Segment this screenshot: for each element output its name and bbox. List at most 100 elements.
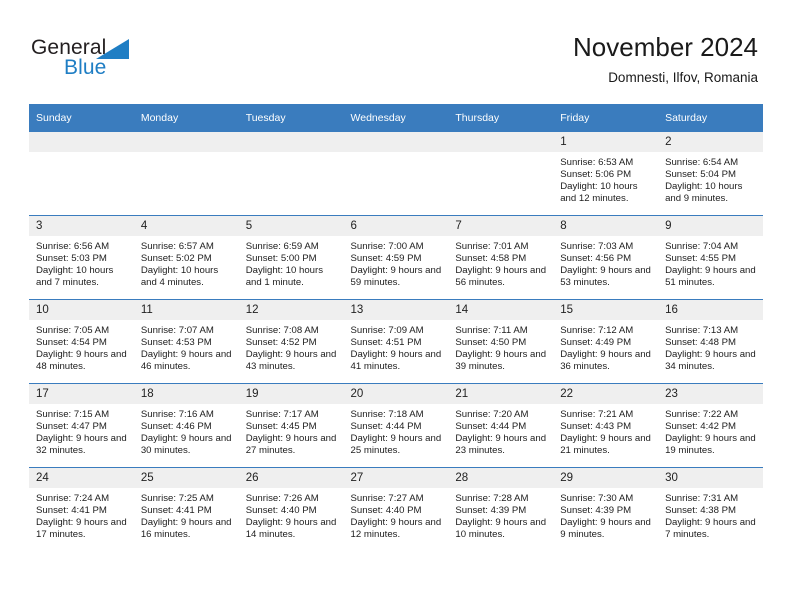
day-cell-inner: 7 Sunrise: 7:01 AM Sunset: 4:58 PM Daylight…: [448, 216, 554, 300]
daylight-text: Daylight: 9 hours and 19 minutes.: [665, 432, 756, 456]
weekday-friday: Friday: [553, 104, 659, 132]
calendar-week-row: 1 Sunrise: 6:53 AM Sunset: 5:06 PM Daylight…: [29, 132, 763, 216]
calendar-cell-empty: [29, 132, 134, 216]
day-cell-inner: 13 Sunrise: 7:09 AM Sunset: 4:51 PM Dayligh…: [343, 300, 449, 384]
calendar-day-cell[interactable]: 5 Sunrise: 6:59 AM Sunset: 5:00 PM Daylight…: [238, 215, 344, 300]
calendar-day-cell[interactable]: 16 Sunrise: 7:13 AM Sunset: 4:48 PM Dayligh…: [658, 299, 763, 384]
calendar-day-cell[interactable]: 26 Sunrise: 7:26 AM Sunset: 4:40 PM Dayligh…: [238, 467, 344, 551]
sun-info: Sunrise: 7:05 AM Sunset: 4:54 PM Daylight:…: [29, 320, 134, 373]
calendar-day-cell[interactable]: 23 Sunrise: 7:22 AM Sunset: 4:42 PM Dayligh…: [658, 383, 763, 468]
day-number: 25: [133, 468, 239, 488]
day-number: [448, 132, 554, 152]
day-number: 21: [448, 384, 554, 404]
sunset-text: Sunset: 4:40 PM: [245, 504, 317, 516]
daylight-text: Daylight: 9 hours and 39 minutes.: [455, 348, 547, 372]
sun-info: Sunrise: 7:07 AM Sunset: 4:53 PM Daylight:…: [134, 320, 239, 373]
sun-info: Sunrise: 7:12 AM Sunset: 4:49 PM Daylight:…: [553, 320, 658, 373]
calendar-day-cell[interactable]: 18 Sunrise: 7:16 AM Sunset: 4:46 PM Dayligh…: [133, 383, 239, 468]
day-number: 5: [238, 216, 344, 236]
sunset-text: Sunset: 4:51 PM: [350, 336, 422, 348]
sunrise-text: Sunrise: 7:30 AM: [560, 493, 634, 504]
calendar-day-cell[interactable]: 28 Sunrise: 7:28 AM Sunset: 4:39 PM Dayligh…: [448, 467, 554, 551]
calendar-day-cell[interactable]: 7 Sunrise: 7:01 AM Sunset: 4:58 PM Daylight…: [448, 215, 554, 300]
daylight-text: Daylight: 9 hours and 10 minutes.: [455, 516, 547, 540]
calendar-day-cell[interactable]: 22 Sunrise: 7:21 AM Sunset: 4:43 PM Dayligh…: [553, 383, 659, 468]
day-cell-inner: 30 Sunrise: 7:31 AM Sunset: 4:38 PM Dayligh…: [658, 468, 763, 551]
day-cell-inner: 6 Sunrise: 7:00 AM Sunset: 4:59 PM Daylight…: [343, 216, 449, 300]
sun-info: Sunrise: 7:28 AM Sunset: 4:39 PM Daylight:…: [448, 488, 553, 541]
daylight-text: Daylight: 9 hours and 46 minutes.: [140, 348, 232, 372]
sunrise-text: Sunrise: 7:05 AM: [36, 325, 110, 336]
daylight-text: Daylight: 9 hours and 21 minutes.: [560, 432, 651, 456]
day-number: 9: [658, 216, 763, 236]
daylight-text: Daylight: 9 hours and 51 minutes.: [665, 264, 756, 288]
calendar-day-cell[interactable]: 20 Sunrise: 7:18 AM Sunset: 4:44 PM Dayligh…: [343, 383, 449, 468]
daylight-text: Daylight: 9 hours and 12 minutes.: [350, 516, 442, 540]
calendar-day-cell[interactable]: 24 Sunrise: 7:24 AM Sunset: 4:41 PM Dayligh…: [29, 467, 134, 551]
sunset-text: Sunset: 4:41 PM: [140, 504, 212, 516]
general-blue-logo[interactable]: General Blue: [31, 36, 231, 92]
daylight-text: Daylight: 9 hours and 7 minutes.: [665, 516, 756, 540]
daylight-text: Daylight: 9 hours and 36 minutes.: [560, 348, 651, 372]
sunset-text: Sunset: 5:03 PM: [36, 252, 107, 264]
daylight-text: Daylight: 10 hours and 9 minutes.: [665, 180, 743, 204]
sun-info: Sunrise: 7:18 AM Sunset: 4:44 PM Daylight:…: [344, 404, 449, 457]
calendar-day-cell[interactable]: 15 Sunrise: 7:12 AM Sunset: 4:49 PM Dayligh…: [553, 299, 659, 384]
sunrise-text: Sunrise: 7:18 AM: [350, 409, 424, 420]
calendar-day-cell[interactable]: 25 Sunrise: 7:25 AM Sunset: 4:41 PM Dayligh…: [133, 467, 239, 551]
calendar-day-cell[interactable]: 8 Sunrise: 7:03 AM Sunset: 4:56 PM Daylight…: [553, 215, 659, 300]
weekday-thursday: Thursday: [448, 104, 554, 132]
day-number: 18: [133, 384, 239, 404]
calendar-day-cell[interactable]: 3 Sunrise: 6:56 AM Sunset: 5:03 PM Daylight…: [29, 215, 134, 300]
sun-info: Sunrise: 7:21 AM Sunset: 4:43 PM Daylight:…: [553, 404, 658, 457]
sunrise-text: Sunrise: 7:07 AM: [140, 325, 214, 336]
sun-info: Sunrise: 7:31 AM Sunset: 4:38 PM Daylight:…: [658, 488, 763, 541]
title-block: November 2024 Domnesti, Ilfov, Romania: [573, 30, 758, 88]
sun-info: Sunrise: 7:03 AM Sunset: 4:56 PM Daylight:…: [553, 236, 658, 289]
calendar-day-cell[interactable]: 30 Sunrise: 7:31 AM Sunset: 4:38 PM Dayligh…: [658, 467, 763, 551]
day-number: 3: [29, 216, 134, 236]
sunrise-text: Sunrise: 7:24 AM: [36, 493, 110, 504]
calendar-day-cell[interactable]: 10 Sunrise: 7:05 AM Sunset: 4:54 PM Dayligh…: [29, 299, 134, 384]
day-cell-inner: 24 Sunrise: 7:24 AM Sunset: 4:41 PM Dayligh…: [29, 468, 134, 551]
day-number: 14: [448, 300, 554, 320]
day-number: 2: [658, 132, 763, 152]
calendar-day-cell[interactable]: 2 Sunrise: 6:54 AM Sunset: 5:04 PM Daylight…: [658, 132, 763, 216]
sunset-text: Sunset: 4:49 PM: [560, 336, 632, 348]
calendar-day-cell[interactable]: 9 Sunrise: 7:04 AM Sunset: 4:55 PM Daylight…: [658, 215, 763, 300]
calendar-day-cell[interactable]: 12 Sunrise: 7:08 AM Sunset: 4:52 PM Dayligh…: [238, 299, 344, 384]
day-number: 29: [553, 468, 659, 488]
weekday-tuesday: Tuesday: [238, 104, 344, 132]
day-cell-inner: 23 Sunrise: 7:22 AM Sunset: 4:42 PM Dayligh…: [658, 384, 763, 468]
sunset-text: Sunset: 4:39 PM: [455, 504, 527, 516]
daylight-text: Daylight: 9 hours and 9 minutes.: [560, 516, 651, 540]
sunset-text: Sunset: 4:56 PM: [560, 252, 632, 264]
calendar-day-cell[interactable]: 11 Sunrise: 7:07 AM Sunset: 4:53 PM Dayligh…: [133, 299, 239, 384]
day-cell-inner: 5 Sunrise: 6:59 AM Sunset: 5:00 PM Daylight…: [238, 216, 344, 300]
calendar-day-cell[interactable]: 17 Sunrise: 7:15 AM Sunset: 4:47 PM Dayligh…: [29, 383, 134, 468]
calendar-day-cell[interactable]: 29 Sunrise: 7:30 AM Sunset: 4:39 PM Dayligh…: [553, 467, 659, 551]
calendar-day-cell[interactable]: 6 Sunrise: 7:00 AM Sunset: 4:59 PM Daylight…: [343, 215, 449, 300]
day-number: 28: [448, 468, 554, 488]
daylight-text: Daylight: 9 hours and 41 minutes.: [350, 348, 442, 372]
daylight-text: Daylight: 9 hours and 53 minutes.: [560, 264, 651, 288]
calendar-day-cell[interactable]: 21 Sunrise: 7:20 AM Sunset: 4:44 PM Dayligh…: [448, 383, 554, 468]
day-number: 17: [29, 384, 134, 404]
sun-info: Sunrise: 7:20 AM Sunset: 4:44 PM Daylight:…: [448, 404, 553, 457]
sunrise-text: Sunrise: 6:54 AM: [665, 157, 739, 168]
calendar-day-cell[interactable]: 27 Sunrise: 7:27 AM Sunset: 4:40 PM Dayligh…: [343, 467, 449, 551]
daylight-text: Daylight: 10 hours and 7 minutes.: [36, 264, 114, 288]
calendar-day-cell[interactable]: 19 Sunrise: 7:17 AM Sunset: 4:45 PM Dayligh…: [238, 383, 344, 468]
day-number: 19: [238, 384, 344, 404]
calendar-day-cell[interactable]: 13 Sunrise: 7:09 AM Sunset: 4:51 PM Dayligh…: [343, 299, 449, 384]
sun-info: Sunrise: 6:56 AM Sunset: 5:03 PM Daylight:…: [29, 236, 134, 289]
sunset-text: Sunset: 4:45 PM: [245, 420, 317, 432]
sun-info: Sunrise: 7:13 AM Sunset: 4:48 PM Daylight:…: [658, 320, 763, 373]
day-cell-inner: 20 Sunrise: 7:18 AM Sunset: 4:44 PM Dayligh…: [343, 384, 449, 468]
calendar-day-cell[interactable]: 14 Sunrise: 7:11 AM Sunset: 4:50 PM Dayligh…: [448, 299, 554, 384]
calendar-day-cell[interactable]: 4 Sunrise: 6:57 AM Sunset: 5:02 PM Daylight…: [133, 215, 239, 300]
sunset-text: Sunset: 4:38 PM: [665, 504, 736, 516]
daylight-text: Daylight: 9 hours and 34 minutes.: [665, 348, 756, 372]
weekday-saturday: Saturday: [658, 104, 763, 132]
calendar-day-cell[interactable]: 1 Sunrise: 6:53 AM Sunset: 5:06 PM Daylight…: [553, 132, 659, 216]
